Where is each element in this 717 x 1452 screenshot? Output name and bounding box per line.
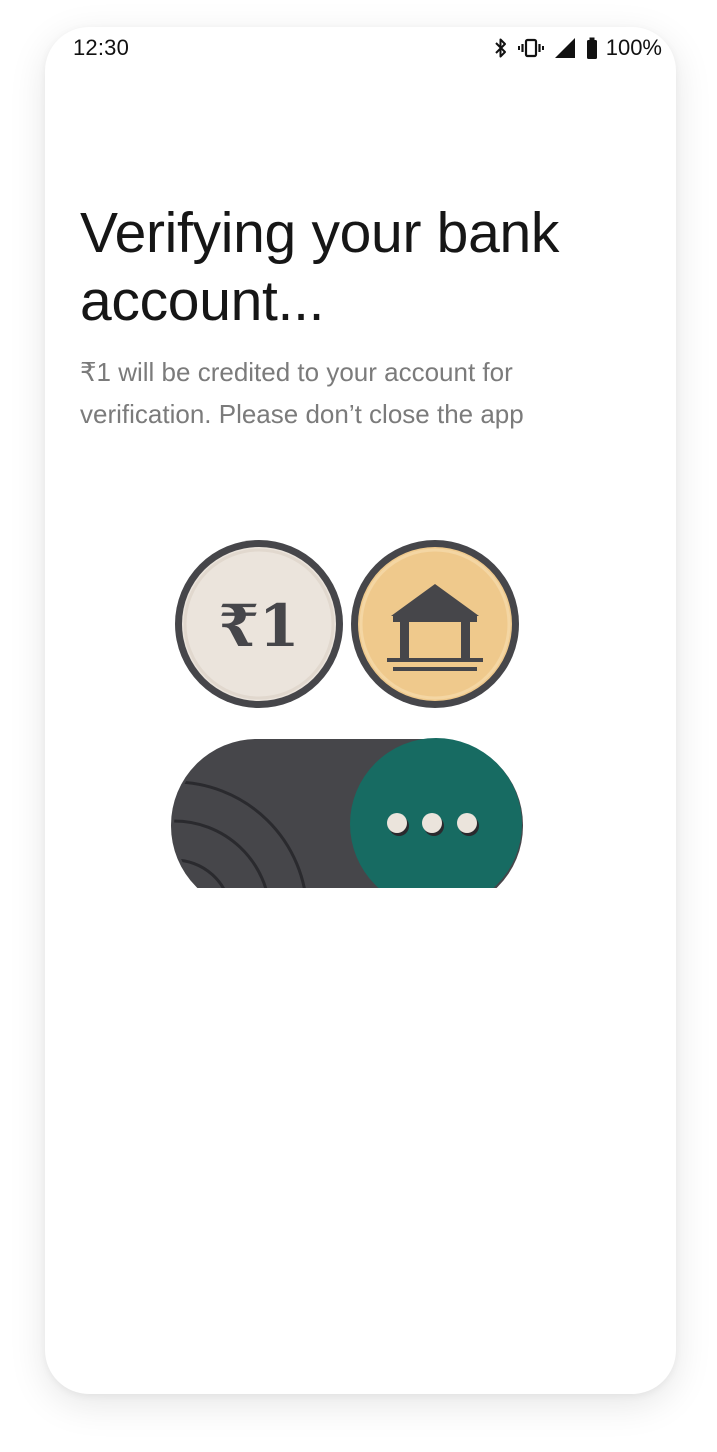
toggle-pill <box>171 738 523 888</box>
status-time: 12:30 <box>73 35 130 60</box>
page-subtitle: ₹1 will be credited to your account for … <box>80 357 524 429</box>
battery-percent: 100% <box>605 35 662 60</box>
phone-screen: 12:30 100% Verifying your bank account..… <box>45 27 676 1394</box>
loading-dots-icon <box>387 813 479 836</box>
battery-icon <box>586 37 597 59</box>
vibrate-icon <box>517 38 544 58</box>
cell-signal-icon <box>554 38 575 58</box>
rupee-coin-icon: ₹1 <box>175 540 343 708</box>
verification-illustration: ₹1 <box>171 540 523 888</box>
rupee-label: ₹1 <box>219 592 300 660</box>
page-title: Verifying your bank account... <box>80 201 560 333</box>
status-icons: 100% <box>494 35 662 61</box>
bluetooth-icon <box>495 38 506 58</box>
bank-coin <box>351 540 519 708</box>
status-bar: 12:30 100% <box>45 27 676 75</box>
